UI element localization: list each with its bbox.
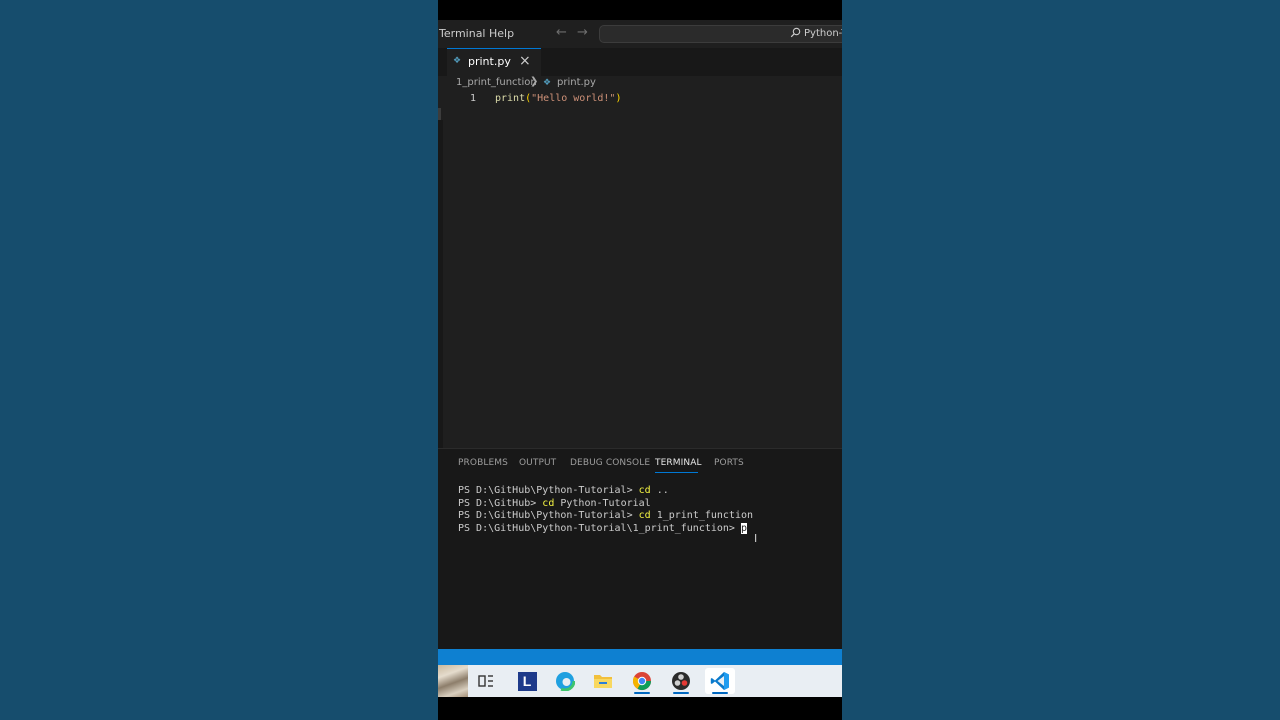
tab-problems[interactable]: PROBLEMS [458,458,508,468]
title-bar: Terminal Help ← → Python-T [438,20,842,48]
terminal-line: PS D:\GitHub\Python-Tutorial\1_print_fun… [458,522,753,536]
command-center-search[interactable]: Python-T [599,25,842,43]
editor-tab-bar: ❖ print.py × [438,48,842,76]
running-indicator [634,692,650,694]
tab-debug-console[interactable]: DEBUG CONSOLE [570,458,650,468]
arrow-left-icon[interactable]: ← [556,25,567,40]
chevron-right-icon: ❯ [530,76,539,87]
terminal-line: PS D:\GitHub\Python-Tutorial> cd 1_print… [458,510,753,523]
tab-terminal[interactable]: TERMINAL [655,458,702,468]
terminal-command: cd [542,497,555,509]
code-token-paren-close: ) [615,93,622,104]
edge-icon[interactable] [550,668,580,694]
vscode-window: Terminal Help ← → Python-T ❖ print.py × … [438,20,842,649]
letterbox-top [438,0,842,20]
terminal-prompt: PS D:\GitHub> [458,497,543,509]
text-cursor-icon: I [754,532,758,545]
terminal-argument: .. [650,485,669,496]
obs-glyph [672,672,690,690]
terminal-command: cd [638,485,651,496]
task-view-glyph [478,675,493,687]
menu-help[interactable]: Help [489,27,514,40]
breadcrumb: 1_print_function ❯ ❖ print.py [438,76,842,92]
vscode-icon[interactable] [705,668,735,694]
edge-glyph [555,671,575,691]
code-token-function: print [495,93,526,104]
l-app-icon[interactable]: L [512,668,542,694]
terminal-output[interactable]: PS D:\GitHub\Python-Tutorial> cd .. PS D:… [458,485,753,535]
search-icon [790,27,801,38]
vscode-glyph [710,672,729,690]
terminal-prompt: PS D:\GitHub\Python-Tutorial> [458,485,639,496]
breadcrumb-file[interactable]: print.py [557,77,596,88]
code-token-string: "Hello world!" [531,93,616,104]
command-center-text: Python-T [804,28,842,39]
folder-glyph [594,675,612,688]
running-indicator [712,692,728,694]
bottom-panel: PROBLEMS OUTPUT DEBUG CONSOLE TERMINAL P… [438,448,842,649]
running-indicator [673,692,689,694]
code-editor[interactable]: 1 print("Hello world!") [438,92,842,448]
terminal-prompt: PS D:\GitHub\Python-Tutorial\1_print_fun… [458,522,741,534]
l-app-glyph: L [517,671,537,691]
terminal-argument: 1_print_function [650,510,754,521]
terminal-prompt: PS D:\GitHub\Python-Tutorial> [458,510,639,521]
tab-output[interactable]: OUTPUT [519,458,556,468]
breadcrumb-folder[interactable]: 1_print_function [456,77,537,88]
tab-ports[interactable]: PORTS [714,458,744,468]
terminal-line: PS D:\GitHub\Python-Tutorial> cd .. [458,485,753,498]
terminal-input-cursor[interactable]: p [740,522,747,534]
arrow-right-icon[interactable]: → [577,25,588,40]
file-explorer-icon[interactable] [588,668,618,694]
chrome-icon[interactable] [627,668,657,694]
code-line[interactable]: print("Hello world!") [495,92,621,106]
widgets-icon[interactable] [438,665,468,697]
line-number: 1 [469,93,476,104]
tab-label: print.py [468,55,511,68]
terminal-argument: Python-Tutorial [554,497,651,509]
python-file-icon: ❖ [453,56,462,66]
terminal-line: PS D:\GitHub> cd Python-Tutorial [458,498,753,511]
windows-taskbar: L [438,665,842,697]
obs-icon[interactable] [666,668,696,694]
python-file-icon: ❖ [543,78,552,88]
tab-print-py[interactable]: ❖ print.py × [447,48,541,76]
close-icon[interactable]: × [519,53,531,69]
status-bar [438,649,842,665]
active-tab-indicator [655,472,698,473]
chrome-glyph [632,672,651,691]
terminal-command: cd [638,510,651,521]
task-view-icon[interactable] [471,668,501,694]
letterbox-bottom [438,697,842,720]
menu-terminal[interactable]: Terminal [439,27,486,40]
